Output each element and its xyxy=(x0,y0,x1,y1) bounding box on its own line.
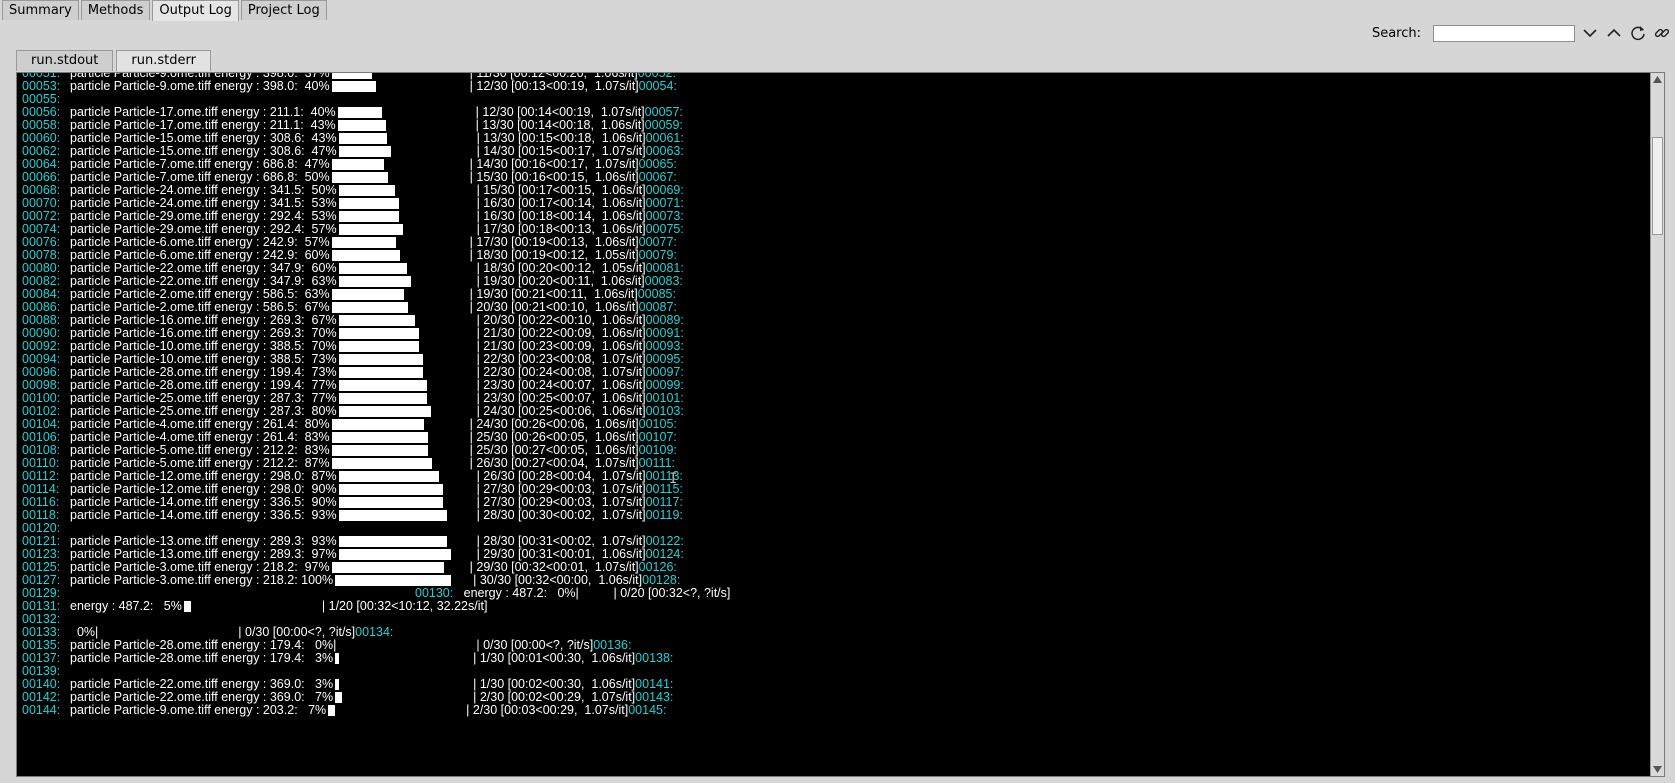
inline-line-number: 00054: xyxy=(638,79,677,93)
app-window: Summary Methods Output Log Project Log S… xyxy=(0,0,1675,783)
progress-stats: | 28/30 [00:30<00:02, 1.07s/it] xyxy=(476,508,646,522)
log-line: 00053: particle Particle-9.ome.tiff energ… xyxy=(22,80,1644,93)
progress-bar-fill xyxy=(338,276,411,287)
log-message: particle Particle-28.ome.tiff energy : 1… xyxy=(70,651,334,665)
log-line: 00137: particle Particle-28.ome.tiff ener… xyxy=(22,652,1644,665)
progress-bar-fill xyxy=(331,250,400,261)
refresh-icon[interactable] xyxy=(1629,24,1647,42)
progress-bar-fill xyxy=(338,471,439,482)
scroll-down-icon[interactable] xyxy=(1651,763,1664,776)
tab-methods[interactable]: Methods xyxy=(80,0,151,20)
scroll-up-icon[interactable] xyxy=(1651,73,1664,86)
progress-bar-fill xyxy=(331,289,404,300)
log-line: 00131: energy : 487.2: 5% | 1/20 [00:32<10… xyxy=(22,600,1644,613)
progress-bar-fill xyxy=(338,146,391,157)
progress-bar-fill xyxy=(338,510,447,521)
progress-bar-fill xyxy=(338,497,443,508)
log-line: 00144: particle Particle-9.ome.tiff energ… xyxy=(22,704,1644,717)
progress-bar-fill xyxy=(331,73,372,79)
scrollbar-thumb[interactable] xyxy=(1652,137,1663,235)
log-line: 00129: 00130: energy : 487.2: 0%| | 0/20 … xyxy=(22,587,1644,600)
log-line: 00127: particle Particle-3.ome.tiff energ… xyxy=(22,574,1644,587)
log-lines: 00051: particle Particle-9.ome.tiff energ… xyxy=(22,73,1644,717)
top-tab-bar: Summary Methods Output Log Project Log xyxy=(2,0,327,21)
progress-bar-fill xyxy=(331,432,428,443)
inline-line-number: 00138: xyxy=(635,651,674,665)
chevron-up-icon[interactable] xyxy=(1605,24,1623,42)
progress-bar-fill xyxy=(183,601,191,612)
progress-bar-fill xyxy=(331,172,388,183)
progress-bar-fill xyxy=(338,536,447,547)
progress-bar-fill xyxy=(331,458,432,469)
progress-bar-fill xyxy=(335,679,340,690)
text-cursor-icon: I xyxy=(669,471,678,487)
progress-bar-fill xyxy=(338,341,419,352)
progress-bar-fill xyxy=(338,133,387,144)
progress-bar-fill xyxy=(335,575,452,586)
vertical-scrollbar[interactable] xyxy=(1650,73,1664,776)
progress-bar-fill xyxy=(338,367,423,378)
chevron-down-icon[interactable] xyxy=(1581,24,1599,42)
progress-bar-fill xyxy=(338,263,407,274)
tab-run-stdout[interactable]: run.stdout xyxy=(16,50,114,71)
progress-bar-fill xyxy=(338,406,431,417)
progress-bar-fill xyxy=(337,107,382,118)
search-label: Search: xyxy=(1371,25,1421,41)
progress-bar-fill xyxy=(338,484,443,495)
log-tail: energy : 487.2: 0%| | 0/20 [00:32<?, ?it… xyxy=(453,586,731,600)
inline-line-number: 00145: xyxy=(628,703,667,717)
link-icon[interactable] xyxy=(1653,24,1671,42)
progress-bar-fill xyxy=(338,185,395,196)
progress-stats: | 12/30 [00:13<00:19, 1.07s/it] xyxy=(469,79,639,93)
progress-bar-fill xyxy=(331,562,444,573)
progress-bar-fill xyxy=(338,224,403,235)
inline-line-number: 00134: xyxy=(355,625,394,639)
tab-output-log[interactable]: Output Log xyxy=(152,0,239,21)
progress-stats: | 1/20 [00:32<10:12, 32.22s/it] xyxy=(321,599,488,613)
progress-bar-fill xyxy=(331,159,384,170)
tab-summary[interactable]: Summary xyxy=(2,0,79,20)
progress-bar-fill xyxy=(337,120,386,131)
progress-bar-fill xyxy=(331,419,424,430)
progress-bar-fill xyxy=(338,380,427,391)
tab-run-stderr[interactable]: run.stderr xyxy=(116,50,211,71)
line-number: 00144: xyxy=(22,703,61,717)
search-toolbar: Search: xyxy=(1255,22,1675,44)
log-message: particle Particle-9.ome.tiff energy : 39… xyxy=(70,79,330,93)
progress-bar-fill xyxy=(338,354,423,365)
progress-bar-fill xyxy=(331,445,428,456)
progress-bar-fill xyxy=(338,393,427,404)
progress-bar-fill xyxy=(338,328,419,339)
progress-stats: | 1/30 [00:01<00:30, 1.06s/it] xyxy=(473,651,636,665)
log-message: particle Particle-3.ome.tiff energy : 21… xyxy=(70,573,334,587)
progress-bar-fill xyxy=(335,653,340,664)
progress-bar-fill xyxy=(338,315,415,326)
progress-bar-fill xyxy=(338,211,399,222)
log-message: particle Particle-14.ome.tiff energy : 3… xyxy=(70,508,337,522)
sub-tab-bar: run.stdout run.stderr xyxy=(16,50,211,71)
progress-bar-fill xyxy=(328,705,336,716)
progress-stats: | 2/30 [00:03<00:29, 1.07s/it] xyxy=(466,703,629,717)
inline-line-number: 00119: xyxy=(645,508,683,522)
search-input[interactable] xyxy=(1433,24,1575,42)
log-viewer[interactable]: 00051: particle Particle-9.ome.tiff energ… xyxy=(16,72,1665,777)
log-message: energy : 487.2: 5% xyxy=(70,599,182,613)
progress-bar-fill xyxy=(331,81,376,92)
log-line: 00118: particle Particle-14.ome.tiff ener… xyxy=(22,509,1644,522)
progress-bar-fill xyxy=(331,237,396,248)
progress-bar-fill xyxy=(338,198,399,209)
progress-bar-fill xyxy=(335,692,343,703)
tab-project-log[interactable]: Project Log xyxy=(240,0,327,20)
progress-bar-fill xyxy=(331,302,408,313)
log-message: particle Particle-9.ome.tiff energy : 20… xyxy=(70,703,327,717)
progress-bar-fill xyxy=(338,549,451,560)
